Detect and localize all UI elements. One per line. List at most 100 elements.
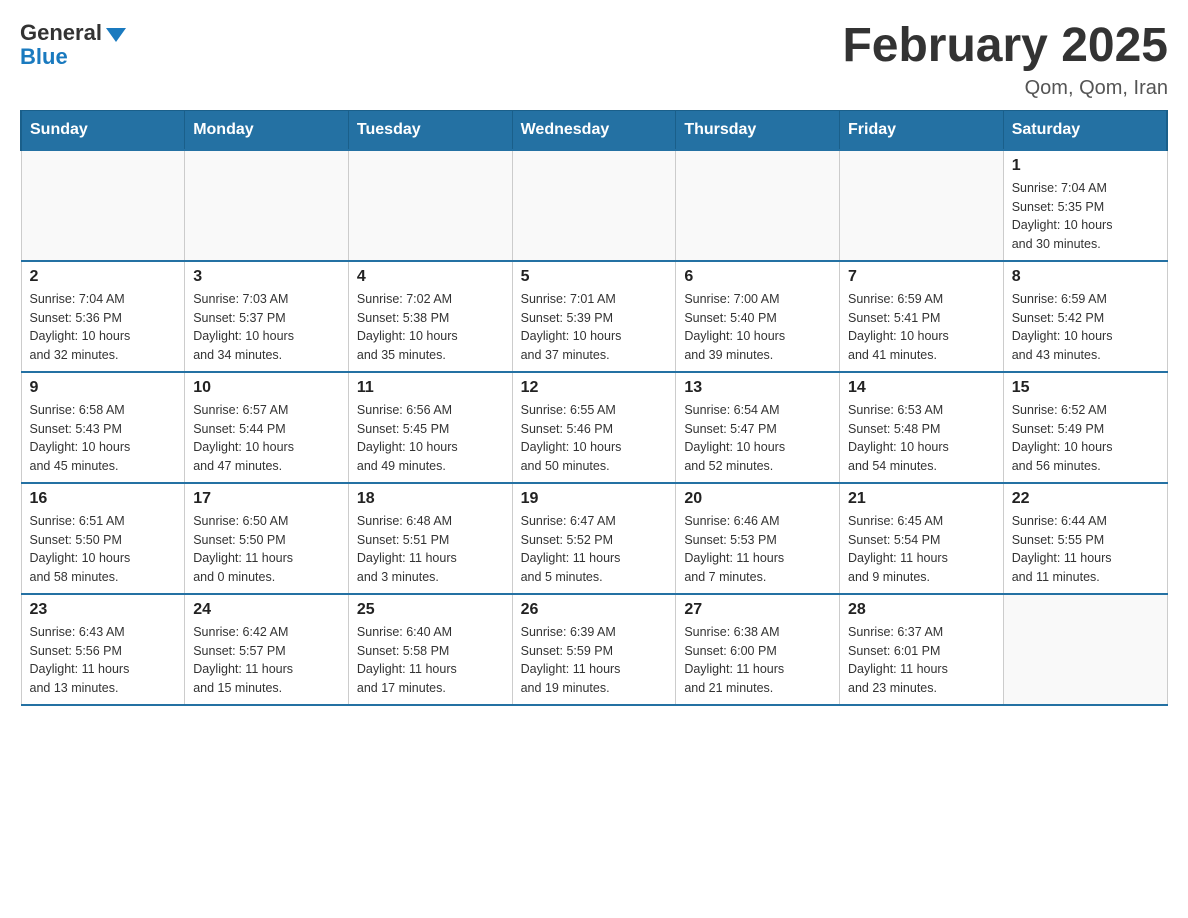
weekday-header-thursday: Thursday xyxy=(676,110,840,150)
calendar-header-row: SundayMondayTuesdayWednesdayThursdayFrid… xyxy=(21,110,1167,150)
calendar-day-cell: 25 Sunrise: 6:40 AM Sunset: 5:58 PM Dayli… xyxy=(348,594,512,705)
logo: General Blue xyxy=(20,20,126,70)
day-info: Sunrise: 6:51 AM Sunset: 5:50 PM Dayligh… xyxy=(30,512,177,587)
calendar-week-row: 23Sunrise: 6:43 AM Sunset: 5:56 PM Dayli… xyxy=(21,594,1167,705)
day-number: 17 xyxy=(193,490,340,508)
calendar-day-cell: 18 Sunrise: 6:48 AM Sunset: 5:51 PM Dayli… xyxy=(348,483,512,594)
day-number: 12 xyxy=(521,379,668,397)
calendar-day-cell: 11Sunrise: 6:56 AM Sunset: 5:45 PM Dayli… xyxy=(348,372,512,483)
calendar-day-cell xyxy=(512,150,676,261)
day-info: Sunrise: 6:47 AM Sunset: 5:52 PM Dayligh… xyxy=(521,512,668,587)
weekday-header-tuesday: Tuesday xyxy=(348,110,512,150)
calendar-day-cell: 20 Sunrise: 6:46 AM Sunset: 5:53 PM Dayli… xyxy=(676,483,840,594)
day-number: 15 xyxy=(1012,379,1159,397)
calendar-day-cell: 5 Sunrise: 7:01 AM Sunset: 5:39 PM Daylig… xyxy=(512,261,676,372)
day-number: 16 xyxy=(30,490,177,508)
calendar-day-cell: 17 Sunrise: 6:50 AM Sunset: 5:50 PM Dayli… xyxy=(185,483,349,594)
calendar-day-cell: 3 Sunrise: 7:03 AM Sunset: 5:37 PM Daylig… xyxy=(185,261,349,372)
calendar-day-cell: 14Sunrise: 6:53 AM Sunset: 5:48 PM Dayli… xyxy=(840,372,1004,483)
day-number: 25 xyxy=(357,601,504,619)
weekday-header-sunday: Sunday xyxy=(21,110,185,150)
calendar-day-cell: 27 Sunrise: 6:38 AM Sunset: 6:00 PM Dayli… xyxy=(676,594,840,705)
calendar-day-cell: 12 Sunrise: 6:55 AM Sunset: 5:46 PM Dayli… xyxy=(512,372,676,483)
day-number: 20 xyxy=(684,490,831,508)
day-info: Sunrise: 7:02 AM Sunset: 5:38 PM Dayligh… xyxy=(357,290,504,365)
calendar-day-cell: 21Sunrise: 6:45 AM Sunset: 5:54 PM Dayli… xyxy=(840,483,1004,594)
title-section: February 2025 Qom, Qom, Iran xyxy=(842,20,1168,100)
calendar-day-cell: 13 Sunrise: 6:54 AM Sunset: 5:47 PM Dayli… xyxy=(676,372,840,483)
day-info: Sunrise: 6:37 AM Sunset: 6:01 PM Dayligh… xyxy=(848,623,995,698)
logo-blue-text: Blue xyxy=(20,44,68,70)
day-info: Sunrise: 6:59 AM Sunset: 5:42 PM Dayligh… xyxy=(1012,290,1159,365)
day-number: 28 xyxy=(848,601,995,619)
logo-arrow-icon xyxy=(106,28,126,42)
calendar-day-cell xyxy=(676,150,840,261)
day-number: 27 xyxy=(684,601,831,619)
day-info: Sunrise: 6:44 AM Sunset: 5:55 PM Dayligh… xyxy=(1012,512,1159,587)
day-number: 1 xyxy=(1012,157,1159,175)
day-info: Sunrise: 6:54 AM Sunset: 5:47 PM Dayligh… xyxy=(684,401,831,476)
day-info: Sunrise: 6:46 AM Sunset: 5:53 PM Dayligh… xyxy=(684,512,831,587)
day-number: 2 xyxy=(30,268,177,286)
day-number: 5 xyxy=(521,268,668,286)
calendar-day-cell: 6 Sunrise: 7:00 AM Sunset: 5:40 PM Daylig… xyxy=(676,261,840,372)
weekday-header-wednesday: Wednesday xyxy=(512,110,676,150)
month-title: February 2025 xyxy=(842,20,1168,73)
day-number: 4 xyxy=(357,268,504,286)
day-number: 10 xyxy=(193,379,340,397)
day-number: 6 xyxy=(684,268,831,286)
calendar-day-cell: 19Sunrise: 6:47 AM Sunset: 5:52 PM Dayli… xyxy=(512,483,676,594)
calendar-day-cell xyxy=(348,150,512,261)
day-number: 13 xyxy=(684,379,831,397)
calendar-day-cell xyxy=(21,150,185,261)
calendar-week-row: 16 Sunrise: 6:51 AM Sunset: 5:50 PM Dayli… xyxy=(21,483,1167,594)
day-number: 18 xyxy=(357,490,504,508)
calendar-day-cell xyxy=(185,150,349,261)
day-info: Sunrise: 7:04 AM Sunset: 5:36 PM Dayligh… xyxy=(30,290,177,365)
calendar-day-cell: 7 Sunrise: 6:59 AM Sunset: 5:41 PM Daylig… xyxy=(840,261,1004,372)
day-number: 21 xyxy=(848,490,995,508)
day-info: Sunrise: 6:52 AM Sunset: 5:49 PM Dayligh… xyxy=(1012,401,1159,476)
day-info: Sunrise: 6:40 AM Sunset: 5:58 PM Dayligh… xyxy=(357,623,504,698)
day-number: 8 xyxy=(1012,268,1159,286)
day-info: Sunrise: 6:58 AM Sunset: 5:43 PM Dayligh… xyxy=(30,401,177,476)
day-number: 22 xyxy=(1012,490,1159,508)
day-number: 3 xyxy=(193,268,340,286)
calendar-day-cell: 22 Sunrise: 6:44 AM Sunset: 5:55 PM Dayli… xyxy=(1003,483,1167,594)
calendar-week-row: 9Sunrise: 6:58 AM Sunset: 5:43 PM Daylig… xyxy=(21,372,1167,483)
calendar-day-cell: 1 Sunrise: 7:04 AM Sunset: 5:35 PM Daylig… xyxy=(1003,150,1167,261)
day-info: Sunrise: 6:53 AM Sunset: 5:48 PM Dayligh… xyxy=(848,401,995,476)
weekday-header-monday: Monday xyxy=(185,110,349,150)
day-info: Sunrise: 6:59 AM Sunset: 5:41 PM Dayligh… xyxy=(848,290,995,365)
day-info: Sunrise: 7:00 AM Sunset: 5:40 PM Dayligh… xyxy=(684,290,831,365)
calendar-day-cell: 16 Sunrise: 6:51 AM Sunset: 5:50 PM Dayli… xyxy=(21,483,185,594)
day-number: 26 xyxy=(521,601,668,619)
day-number: 24 xyxy=(193,601,340,619)
calendar-day-cell: 9Sunrise: 6:58 AM Sunset: 5:43 PM Daylig… xyxy=(21,372,185,483)
calendar-table: SundayMondayTuesdayWednesdayThursdayFrid… xyxy=(20,110,1168,706)
calendar-day-cell: 26Sunrise: 6:39 AM Sunset: 5:59 PM Dayli… xyxy=(512,594,676,705)
calendar-day-cell: 15 Sunrise: 6:52 AM Sunset: 5:49 PM Dayli… xyxy=(1003,372,1167,483)
day-info: Sunrise: 6:48 AM Sunset: 5:51 PM Dayligh… xyxy=(357,512,504,587)
day-number: 11 xyxy=(357,379,504,397)
calendar-day-cell: 2 Sunrise: 7:04 AM Sunset: 5:36 PM Daylig… xyxy=(21,261,185,372)
page-header: General Blue February 2025 Qom, Qom, Ira… xyxy=(20,20,1168,100)
day-info: Sunrise: 6:50 AM Sunset: 5:50 PM Dayligh… xyxy=(193,512,340,587)
calendar-day-cell: 24 Sunrise: 6:42 AM Sunset: 5:57 PM Dayli… xyxy=(185,594,349,705)
location-text: Qom, Qom, Iran xyxy=(842,77,1168,100)
day-info: Sunrise: 6:55 AM Sunset: 5:46 PM Dayligh… xyxy=(521,401,668,476)
day-info: Sunrise: 7:04 AM Sunset: 5:35 PM Dayligh… xyxy=(1012,179,1159,254)
calendar-day-cell xyxy=(1003,594,1167,705)
calendar-day-cell: 4 Sunrise: 7:02 AM Sunset: 5:38 PM Daylig… xyxy=(348,261,512,372)
weekday-header-saturday: Saturday xyxy=(1003,110,1167,150)
calendar-week-row: 2 Sunrise: 7:04 AM Sunset: 5:36 PM Daylig… xyxy=(21,261,1167,372)
day-info: Sunrise: 6:57 AM Sunset: 5:44 PM Dayligh… xyxy=(193,401,340,476)
day-info: Sunrise: 7:03 AM Sunset: 5:37 PM Dayligh… xyxy=(193,290,340,365)
calendar-day-cell: 8 Sunrise: 6:59 AM Sunset: 5:42 PM Daylig… xyxy=(1003,261,1167,372)
day-number: 7 xyxy=(848,268,995,286)
day-info: Sunrise: 7:01 AM Sunset: 5:39 PM Dayligh… xyxy=(521,290,668,365)
calendar-day-cell: 23Sunrise: 6:43 AM Sunset: 5:56 PM Dayli… xyxy=(21,594,185,705)
day-info: Sunrise: 6:42 AM Sunset: 5:57 PM Dayligh… xyxy=(193,623,340,698)
logo-general-text: General xyxy=(20,20,102,46)
day-info: Sunrise: 6:38 AM Sunset: 6:00 PM Dayligh… xyxy=(684,623,831,698)
